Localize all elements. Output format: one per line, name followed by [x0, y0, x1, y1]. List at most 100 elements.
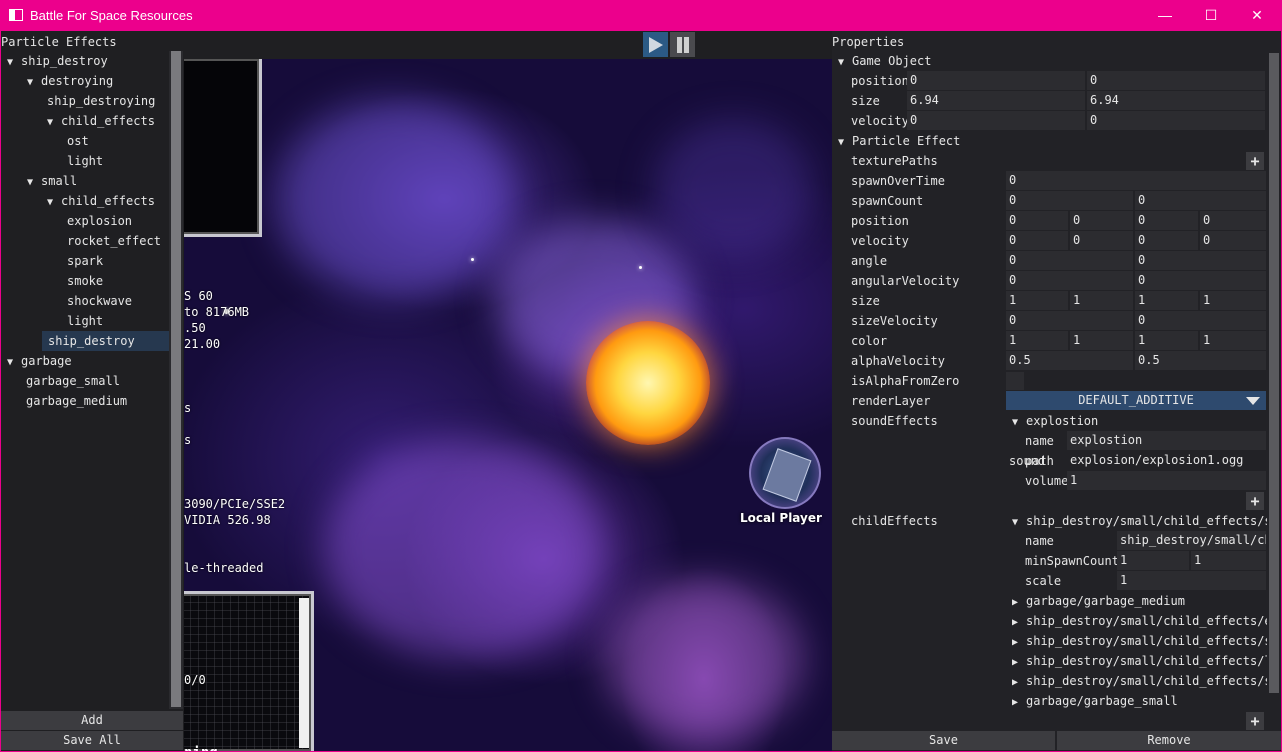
- player-ship-icon[interactable]: [749, 437, 821, 509]
- tree-item[interactable]: ▼ ship_destroy: [1, 51, 108, 71]
- panel-title: Particle Effects: [1, 35, 117, 49]
- add-child-effect-button[interactable]: +: [1246, 712, 1264, 730]
- go-position-x[interactable]: 0: [907, 71, 1085, 90]
- size-field[interactable]: 1: [1006, 291, 1068, 310]
- tree-arrow-icon[interactable]: ▼: [7, 53, 21, 73]
- play-button[interactable]: [643, 32, 668, 57]
- left-scrollbar[interactable]: [169, 51, 183, 709]
- right-scrollbar[interactable]: [1267, 51, 1281, 733]
- nebula-cloud: [274, 99, 514, 299]
- save-button[interactable]: Save: [832, 731, 1055, 750]
- tree-item[interactable]: shockwave: [1, 291, 132, 311]
- tree-item[interactable]: garbage_small: [1, 371, 120, 391]
- tree-item[interactable]: ost: [1, 131, 89, 151]
- angle-max[interactable]: 0: [1135, 251, 1266, 270]
- color-field[interactable]: 1: [1135, 331, 1198, 350]
- hud-debug-line: 3090/PCIe/SSE2: [184, 497, 286, 511]
- game-object-header[interactable]: ▼ Game Object: [838, 51, 931, 71]
- tree-item[interactable]: light: [1, 311, 103, 331]
- tree-item[interactable]: garbage_medium: [1, 391, 127, 411]
- child-effect-header[interactable]: ▼ ship_destroy/small/child_effects/sh: [1012, 511, 1279, 531]
- particle-effect-header[interactable]: ▼ Particle Effect: [838, 131, 960, 151]
- child-effect-header[interactable]: ▶ garbage/garbage_medium: [1012, 591, 1185, 611]
- child-effect-header[interactable]: ▶ ship_destroy/small/child_effects/sm: [1012, 671, 1279, 691]
- size-field[interactable]: 1: [1135, 291, 1198, 310]
- go-size-x[interactable]: 6.94: [907, 91, 1085, 110]
- maximize-button[interactable]: ☐: [1188, 0, 1234, 31]
- alpha-velocity-max[interactable]: 0.5: [1135, 351, 1266, 370]
- tree-item[interactable]: ▼ child_effects: [1, 111, 155, 131]
- tree-item[interactable]: rocket_effect: [1, 231, 161, 251]
- go-velocity-x[interactable]: 0: [907, 111, 1085, 130]
- tree-arrow-icon[interactable]: ▼: [27, 73, 41, 93]
- go-velocity-y[interactable]: 0: [1087, 111, 1265, 130]
- game-viewport[interactable]: Local Player S 60 to 8176MB .50 21.00 s …: [184, 59, 832, 751]
- color-label: color: [851, 334, 888, 348]
- velocity-field[interactable]: 0: [1200, 231, 1266, 250]
- spawn-count-min[interactable]: 0: [1006, 191, 1133, 210]
- tree-item-label: garbage: [21, 354, 72, 368]
- go-size-y[interactable]: 6.94: [1087, 91, 1265, 110]
- spawn-over-time-field[interactable]: 0: [1006, 171, 1266, 190]
- child-effect-header[interactable]: ▶ garbage/garbage_small: [1012, 691, 1178, 711]
- tree-item[interactable]: spark: [1, 251, 103, 271]
- size-field[interactable]: 1: [1070, 291, 1133, 310]
- spawn-count-max[interactable]: 0: [1135, 191, 1266, 210]
- add-button[interactable]: Add: [1, 711, 183, 730]
- alpha-velocity-label: alphaVelocity: [851, 354, 945, 368]
- render-layer-select[interactable]: DEFAULT_ADDITIVE: [1006, 391, 1266, 410]
- min-spawn-count-max[interactable]: 1: [1191, 551, 1266, 570]
- sound-effect-header[interactable]: ▼ explostion: [1012, 411, 1098, 431]
- velocity-field[interactable]: 0: [1135, 231, 1198, 250]
- size-field[interactable]: 1: [1200, 291, 1266, 310]
- close-button[interactable]: ✕: [1234, 0, 1280, 31]
- tree-item[interactable]: ▼ garbage: [1, 351, 72, 371]
- sound-volume-field[interactable]: 1: [1067, 471, 1266, 490]
- tree-item[interactable]: light: [1, 151, 103, 171]
- sound-name-field[interactable]: explostion: [1067, 431, 1266, 450]
- tree-item[interactable]: ship_destroying: [1, 91, 155, 111]
- angular-velocity-min[interactable]: 0: [1006, 271, 1133, 290]
- tree-arrow-icon[interactable]: ▼: [27, 173, 41, 193]
- tree-arrow-icon[interactable]: ▼: [7, 353, 21, 373]
- tree-item[interactable]: explosion: [1, 211, 132, 231]
- color-field[interactable]: 1: [1006, 331, 1068, 350]
- tree-item[interactable]: smoke: [1, 271, 103, 291]
- child-effect-header[interactable]: ▶ ship_destroy/small/child_effects/e:: [1012, 611, 1279, 631]
- remove-button[interactable]: Remove: [1057, 731, 1281, 750]
- child-effect-header[interactable]: ▶ ship_destroy/small/child_effects/li: [1012, 651, 1279, 671]
- angular-velocity-max[interactable]: 0: [1135, 271, 1266, 290]
- child-effect-header[interactable]: ▶ ship_destroy/small/child_effects/sp: [1012, 631, 1279, 651]
- tree-item[interactable]: ▼ destroying: [1, 71, 113, 91]
- scale-field[interactable]: 1: [1117, 571, 1266, 590]
- position-field[interactable]: 0: [1200, 211, 1266, 230]
- child-name-field[interactable]: ship_destroy/small/ch: [1117, 531, 1266, 550]
- sound-path-field[interactable]: explosion/explosion1.ogg: [1067, 451, 1266, 470]
- tree-arrow-icon[interactable]: ▼: [47, 113, 61, 133]
- add-texture-path-button[interactable]: +: [1246, 152, 1264, 170]
- position-field[interactable]: 0: [1006, 211, 1068, 230]
- size-velocity-min[interactable]: 0: [1006, 311, 1133, 330]
- position-field[interactable]: 0: [1070, 211, 1133, 230]
- position-field[interactable]: 0: [1135, 211, 1198, 230]
- save-all-button[interactable]: Save All: [1, 731, 183, 750]
- tree-arrow-icon[interactable]: ▼: [47, 193, 61, 213]
- size-velocity-max[interactable]: 0: [1135, 311, 1266, 330]
- color-field[interactable]: 1: [1070, 331, 1133, 350]
- tree-item[interactable]: ship_destroy: [42, 331, 169, 351]
- go-position-label: position: [851, 74, 909, 88]
- angle-min[interactable]: 0: [1006, 251, 1133, 270]
- tree-item[interactable]: ▼ child_effects: [1, 191, 155, 211]
- alpha-velocity-min[interactable]: 0.5: [1006, 351, 1133, 370]
- pause-button[interactable]: [670, 32, 695, 57]
- color-field[interactable]: 1: [1200, 331, 1266, 350]
- velocity-field[interactable]: 0: [1006, 231, 1068, 250]
- go-position-y[interactable]: 0: [1087, 71, 1265, 90]
- render-layer-label: renderLayer: [851, 394, 931, 408]
- is-alpha-from-zero-checkbox[interactable]: [1006, 372, 1024, 390]
- velocity-field[interactable]: 0: [1070, 231, 1133, 250]
- tree-item[interactable]: ▼ small: [1, 171, 77, 191]
- minimize-button[interactable]: —: [1142, 0, 1188, 31]
- min-spawn-count-min[interactable]: 1: [1117, 551, 1189, 570]
- add-sound-effect-button[interactable]: +: [1246, 492, 1264, 510]
